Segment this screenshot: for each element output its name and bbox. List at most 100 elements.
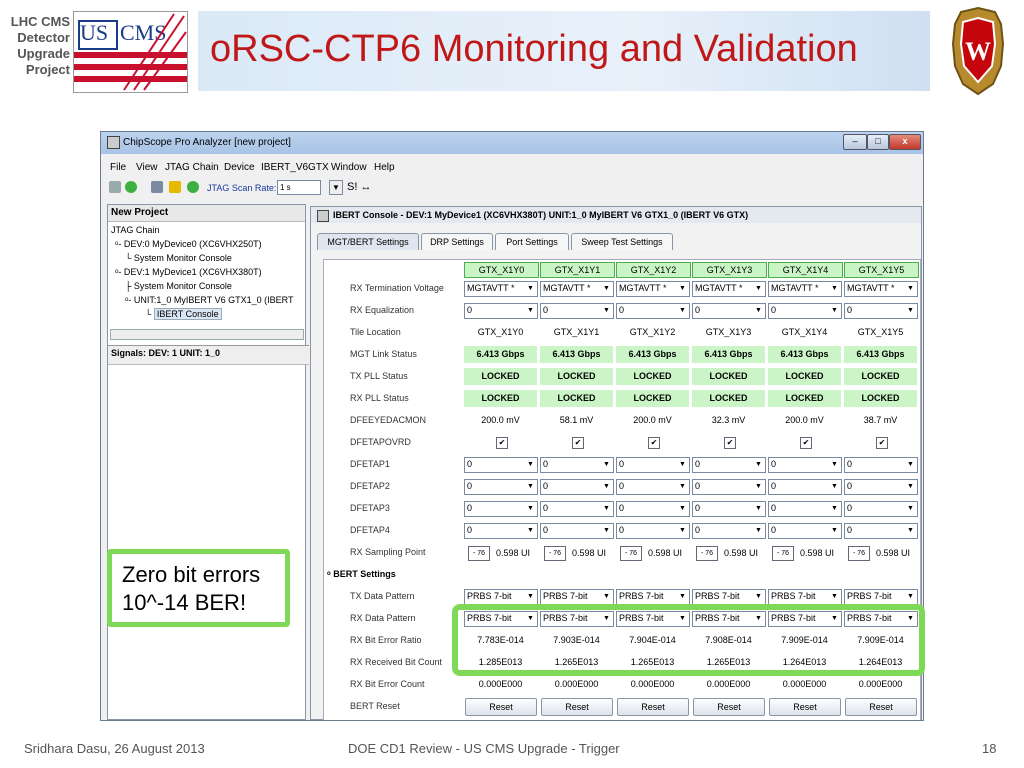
checkbox[interactable]: ✔ (800, 437, 812, 449)
dropdown[interactable]: 0 ▼ (616, 523, 690, 539)
menu-jtag-chain[interactable]: JTAG Chain (165, 162, 219, 173)
tree-node-selected[interactable]: └ IBERT Console (111, 307, 293, 321)
tree-node[interactable]: ᵒ- UNIT:1_0 MyIBERT V6 GTX1_0 (IBERT (111, 293, 293, 307)
tab-drp-settings[interactable]: DRP Settings (421, 233, 493, 250)
chevron-down-icon[interactable]: ▼ (829, 481, 840, 492)
section-label[interactable]: ᵒ BERT Settings (327, 569, 396, 579)
dropdown[interactable]: 0 ▼ (540, 523, 614, 539)
chevron-down-icon[interactable]: ▼ (525, 503, 536, 514)
chevron-down-icon[interactable]: ▼ (829, 591, 840, 602)
chevron-down-icon[interactable]: ▼ (677, 283, 688, 294)
reset-button[interactable]: Reset (769, 698, 841, 716)
sampling-spinner[interactable]: - 76 (620, 546, 642, 561)
dropdown[interactable]: 0 ▼ (844, 501, 918, 517)
chevron-down-icon[interactable]: ▼ (601, 305, 612, 316)
dropdown[interactable]: PRBS 7-bit ▼ (464, 589, 538, 605)
dropdown[interactable]: 0 ▼ (616, 501, 690, 517)
dropdown[interactable]: 0 ▼ (692, 457, 766, 473)
chevron-down-icon[interactable]: ▼ (525, 481, 536, 492)
chevron-down-icon[interactable]: ▼ (753, 591, 764, 602)
chevron-down-icon[interactable]: ▼ (829, 503, 840, 514)
dropdown[interactable]: 0 ▼ (464, 501, 538, 517)
checkbox[interactable]: ✔ (572, 437, 584, 449)
menu-file[interactable]: File (110, 162, 126, 173)
dropdown[interactable]: PRBS 7-bit ▼ (692, 589, 766, 605)
chevron-down-icon[interactable]: ▼ (905, 525, 916, 536)
dropdown[interactable]: 0 ▼ (464, 457, 538, 473)
dropdown[interactable]: 0 ▼ (464, 303, 538, 319)
tree-node[interactable]: JTAG Chain (111, 223, 293, 237)
chevron-down-icon[interactable]: ▼ (525, 459, 536, 470)
chevron-down-icon[interactable]: ▼ (753, 503, 764, 514)
chevron-down-icon[interactable]: ▼ (829, 283, 840, 294)
window-titlebar[interactable]: ChipScope Pro Analyzer [new project] – □… (101, 132, 923, 154)
tree-node[interactable]: └ System Monitor Console (111, 251, 293, 265)
sampling-spinner[interactable]: - 76 (772, 546, 794, 561)
chevron-down-icon[interactable]: ▼ (677, 305, 688, 316)
reset-button[interactable]: Reset (617, 698, 689, 716)
chevron-down-icon[interactable]: ▼ (601, 525, 612, 536)
dropdown[interactable]: 0 ▼ (540, 457, 614, 473)
dropdown[interactable]: PRBS 7-bit ▼ (844, 589, 918, 605)
dropdown[interactable]: 0 ▼ (540, 501, 614, 517)
chevron-down-icon[interactable]: ▼ (905, 283, 916, 294)
reset-button[interactable]: Reset (465, 698, 537, 716)
minimize-button[interactable]: – (843, 134, 867, 150)
chevron-down-icon[interactable]: ▼ (905, 305, 916, 316)
dropdown[interactable]: MGTAVTT * ▼ (692, 281, 766, 297)
dropdown[interactable]: 0 ▼ (692, 303, 766, 319)
chevron-down-icon[interactable]: ▼ (753, 481, 764, 492)
tree-node[interactable]: ᵒ- DEV:0 MyDevice0 (XC6VHX250T) (111, 237, 293, 251)
maximize-button[interactable]: □ (867, 134, 889, 150)
dropdown[interactable]: 0 ▼ (844, 303, 918, 319)
dropdown[interactable]: MGTAVTT * ▼ (768, 281, 842, 297)
sampling-spinner[interactable]: - 76 (468, 546, 490, 561)
dropdown[interactable]: 0 ▼ (540, 303, 614, 319)
checkbox[interactable]: ✔ (724, 437, 736, 449)
menu-view[interactable]: View (136, 162, 158, 173)
chevron-down-icon[interactable]: ▼ (905, 591, 916, 602)
dropdown[interactable]: MGTAVTT * ▼ (844, 281, 918, 297)
chevron-down-icon[interactable]: ▼ (601, 481, 612, 492)
chevron-down-icon[interactable]: ▼ (677, 503, 688, 514)
tab-sweep-test-settings[interactable]: Sweep Test Settings (571, 233, 673, 250)
tree-node[interactable]: ├ System Monitor Console (111, 279, 293, 293)
dropdown[interactable]: MGTAVTT * ▼ (464, 281, 538, 297)
dropdown[interactable]: 0 ▼ (616, 457, 690, 473)
dropdown[interactable]: PRBS 7-bit ▼ (540, 589, 614, 605)
dropdown[interactable]: 0 ▼ (768, 479, 842, 495)
chevron-down-icon[interactable]: ▼ (905, 503, 916, 514)
menu-device[interactable]: Device (224, 162, 255, 173)
dropdown[interactable]: 0 ▼ (768, 501, 842, 517)
dropdown[interactable]: 0 ▼ (844, 479, 918, 495)
dropdown[interactable]: MGTAVTT * ▼ (616, 281, 690, 297)
dropdown[interactable]: 0 ▼ (768, 523, 842, 539)
tab-port-settings[interactable]: Port Settings (495, 233, 569, 250)
dropdown[interactable]: 0 ▼ (540, 479, 614, 495)
dropdown[interactable]: 0 ▼ (616, 303, 690, 319)
chevron-down-icon[interactable]: ▼ (329, 180, 343, 195)
dropdown[interactable]: 0 ▼ (844, 523, 918, 539)
dropdown[interactable]: 0 ▼ (616, 479, 690, 495)
chevron-down-icon[interactable]: ▼ (753, 459, 764, 470)
sampling-spinner[interactable]: - 76 (544, 546, 566, 561)
dropdown[interactable]: 0 ▼ (768, 303, 842, 319)
checkbox[interactable]: ✔ (648, 437, 660, 449)
chevron-down-icon[interactable]: ▼ (677, 459, 688, 470)
chevron-down-icon[interactable]: ▼ (677, 525, 688, 536)
checkbox[interactable]: ✔ (876, 437, 888, 449)
dropdown[interactable]: PRBS 7-bit ▼ (616, 589, 690, 605)
dropdown[interactable]: 0 ▼ (464, 479, 538, 495)
chevron-down-icon[interactable]: ▼ (525, 283, 536, 294)
close-button[interactable]: x (889, 134, 921, 150)
chevron-down-icon[interactable]: ▼ (753, 525, 764, 536)
chevron-down-icon[interactable]: ▼ (601, 591, 612, 602)
run-icon[interactable] (125, 181, 137, 193)
chevron-down-icon[interactable]: ▼ (677, 481, 688, 492)
sampling-spinner[interactable]: - 76 (696, 546, 718, 561)
checkbox[interactable]: ✔ (496, 437, 508, 449)
chevron-down-icon[interactable]: ▼ (905, 459, 916, 470)
reset-button[interactable]: Reset (845, 698, 917, 716)
tab-mgt-bert-settings[interactable]: MGT/BERT Settings (317, 233, 419, 250)
chevron-down-icon[interactable]: ▼ (829, 525, 840, 536)
